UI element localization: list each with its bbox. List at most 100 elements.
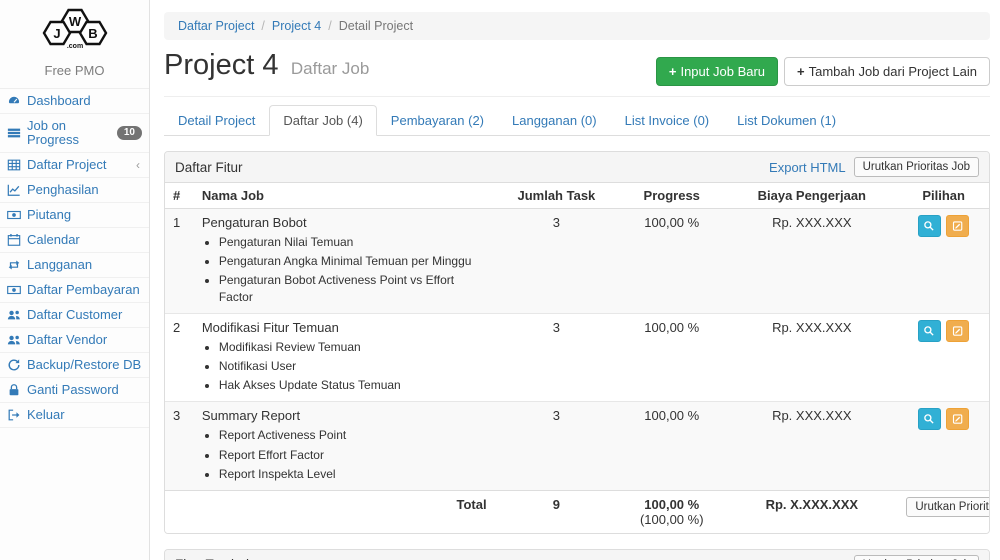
daftar-fitur-table: # Nama Job Jumlah Task Progress Biaya Pe…	[165, 183, 989, 533]
breadcrumb-current: Detail Project	[339, 19, 413, 33]
sidebar-item-daftar-pembayaran[interactable]: Daftar Pembayaran	[0, 278, 149, 303]
cost-value: Rp. XXX.XXX	[725, 209, 898, 314]
tab-detail-project[interactable]: Detail Project	[164, 105, 269, 136]
calendar-icon	[7, 233, 21, 247]
panel-title: Daftar Fitur	[175, 160, 769, 175]
page-title: Project 4	[164, 49, 278, 81]
col-nama-job: Nama Job	[194, 183, 495, 209]
app-name: Free PMO	[0, 59, 149, 88]
sidebar-item-piutang[interactable]: Piutang	[0, 203, 149, 228]
subtask: Pengaturan Angka Minimal Temuan per Ming…	[219, 253, 487, 269]
breadcrumb-project-4[interactable]: Project 4	[272, 19, 321, 33]
job-name: Modifikasi Fitur Temuan	[202, 320, 339, 335]
job-name: Pengaturan Bobot	[202, 215, 307, 230]
sidebar-item-label: Ganti Password	[27, 383, 119, 397]
tab-list-dokumen[interactable]: List Dokumen (1)	[723, 105, 850, 136]
sidebar-item-keluar[interactable]: Keluar	[0, 403, 149, 428]
lock-icon	[7, 383, 21, 397]
sidebar-item-backup-restore-db[interactable]: Backup/Restore DB	[0, 353, 149, 378]
sidebar-item-label: Langganan	[27, 258, 92, 272]
subtask: Pengaturan Bobot Activeness Point vs Eff…	[219, 272, 487, 304]
sidebar-item-label: Daftar Pembayaran	[27, 283, 140, 297]
total-progress: 100,00 %	[644, 497, 699, 512]
main-content: Daftar Project / Project 4 / Detail Proj…	[150, 0, 1000, 560]
urutkan-prioritas-button[interactable]: Urutkan Prioritas Job	[906, 497, 990, 517]
sidebar-item-calendar[interactable]: Calendar	[0, 228, 149, 253]
panel-fitur-tambahan: Fitur Tambahan Export HTML Urutkan Prior…	[164, 549, 990, 560]
subtask: Modifikasi Review Temuan	[219, 339, 487, 355]
breadcrumb: Daftar Project / Project 4 / Detail Proj…	[164, 12, 990, 40]
edit-job-button[interactable]	[946, 215, 969, 237]
total-row: Total 9 100,00 % (100,00 %) Rp. X.XXX.XX…	[165, 490, 989, 533]
progress-value: 100,00 %	[618, 313, 725, 402]
row-num: 1	[165, 209, 194, 314]
edit-job-button[interactable]	[946, 320, 969, 342]
tab-pembayaran[interactable]: Pembayaran (2)	[377, 105, 498, 136]
urutkan-prioritas-button[interactable]: Urutkan Prioritas Job	[854, 555, 979, 560]
sidebar-item-penghasilan[interactable]: Penghasilan	[0, 178, 149, 203]
view-job-button[interactable]	[918, 320, 941, 342]
sign-out-icon	[7, 408, 21, 422]
edit-job-button[interactable]	[946, 408, 969, 430]
svg-text:B: B	[88, 26, 97, 41]
subtask: Hak Akses Update Status Temuan	[219, 377, 487, 393]
sidebar-item-daftar-project[interactable]: Daftar Project ‹	[0, 153, 149, 178]
app-window: W J B .com Free PMO Dashboard Job on Pro…	[0, 0, 1000, 560]
tab-bar: Detail Project Daftar Job (4) Pembayaran…	[164, 105, 990, 136]
job-name: Summary Report	[202, 408, 300, 423]
sidebar-item-label: Dashboard	[27, 94, 91, 108]
retweet-icon	[7, 258, 21, 272]
urutkan-prioritas-button[interactable]: Urutkan Prioritas Job	[854, 157, 979, 177]
sidebar-item-label: Daftar Customer	[27, 308, 122, 322]
table-row: 3 Summary Report Report Activeness Point…	[165, 402, 989, 491]
total-tasks: 9	[495, 490, 619, 533]
view-job-button[interactable]	[918, 408, 941, 430]
jwb-logo-icon: W J B .com	[29, 6, 121, 52]
tab-daftar-job[interactable]: Daftar Job (4)	[269, 105, 376, 136]
sidebar-item-langganan[interactable]: Langganan	[0, 253, 149, 278]
sidebar-item-ganti-password[interactable]: Ganti Password	[0, 378, 149, 403]
tambah-job-button[interactable]: +Tambah Job dari Project Lain	[784, 57, 990, 86]
table-icon	[7, 158, 21, 172]
breadcrumb-separator: /	[328, 19, 331, 33]
table-row: 1 Pengaturan Bobot Pengaturan Nilai Temu…	[165, 209, 989, 314]
progress-value: 100,00 %	[618, 402, 725, 491]
subtask-list: Modifikasi Review Temuan Notifikasi User…	[219, 339, 487, 394]
subtask: Report Inspekta Level	[219, 466, 487, 482]
sidebar-item-daftar-customer[interactable]: Daftar Customer	[0, 303, 149, 328]
sidebar: W J B .com Free PMO Dashboard Job on Pro…	[0, 0, 150, 560]
search-icon	[923, 220, 935, 232]
input-job-baru-button[interactable]: +Input Job Baru	[656, 57, 778, 86]
tab-langganan[interactable]: Langganan (0)	[498, 105, 611, 136]
progress-value: 100,00 %	[618, 209, 725, 314]
sidebar-item-daftar-vendor[interactable]: Daftar Vendor	[0, 328, 149, 353]
search-icon	[923, 413, 935, 425]
svg-text:J: J	[53, 26, 60, 41]
sidebar-item-label: Daftar Vendor	[27, 333, 107, 347]
search-icon	[923, 325, 935, 337]
plus-icon: +	[669, 64, 677, 79]
sidebar-item-label: Backup/Restore DB	[27, 358, 141, 372]
view-job-button[interactable]	[918, 215, 941, 237]
subtask: Notifikasi User	[219, 358, 487, 374]
subtask: Report Effort Factor	[219, 447, 487, 463]
export-html-link[interactable]: Export HTML	[769, 160, 846, 175]
refresh-icon	[7, 358, 21, 372]
job-count-badge: 10	[117, 126, 142, 140]
sidebar-item-dashboard[interactable]: Dashboard	[0, 89, 149, 114]
money-icon	[7, 208, 21, 222]
page-header: Project 4 Daftar Job +Input Job Baru +Ta…	[164, 49, 990, 86]
table-row: 2 Modifikasi Fitur Temuan Modifikasi Rev…	[165, 313, 989, 402]
row-num: 2	[165, 313, 194, 402]
col-num: #	[165, 183, 194, 209]
subtask-list: Report Activeness Point Report Effort Fa…	[219, 427, 487, 482]
col-jumlah-task: Jumlah Task	[495, 183, 619, 209]
panel-heading: Daftar Fitur Export HTML Urutkan Priorit…	[165, 152, 989, 183]
cost-value: Rp. XXX.XXX	[725, 313, 898, 402]
tab-list-invoice[interactable]: List Invoice (0)	[611, 105, 724, 136]
edit-icon	[952, 220, 964, 232]
sidebar-item-label: Daftar Project	[27, 158, 106, 172]
sidebar-item-job-on-progress[interactable]: Job on Progress 10	[0, 114, 149, 153]
breadcrumb-daftar-project[interactable]: Daftar Project	[178, 19, 254, 33]
tasks-icon	[7, 126, 21, 140]
